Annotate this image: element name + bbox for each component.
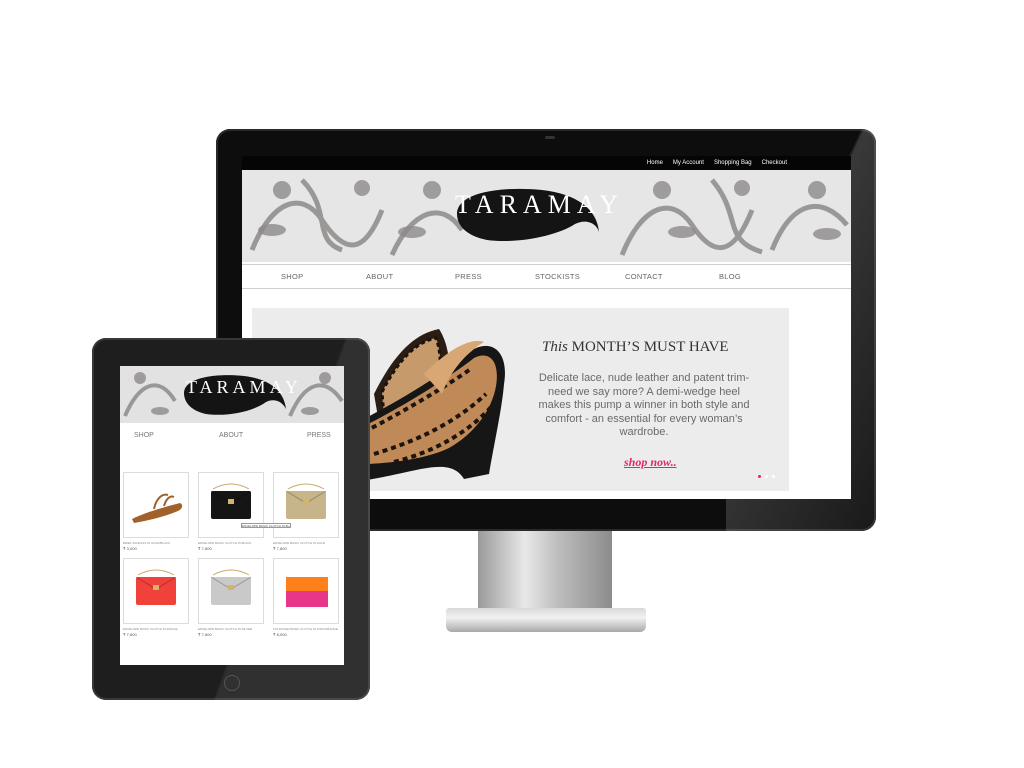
lace-wedge-pump-image [354,329,505,482]
product-name[interactable]: ENVELOPE BASIC CLUTCH IN GOLD [273,541,339,545]
device-mockup-scene: Home My Account Shopping Bag Checkout TA… [0,0,1024,768]
product-name[interactable]: BRIEL SANDALS IN GOLD/BLACK [123,541,189,545]
home-link[interactable]: Home [647,160,663,166]
checkout-link[interactable]: Checkout [762,160,787,166]
nav-shop[interactable]: SHOP [281,272,303,281]
tablet-nav-about[interactable]: ABOUT [219,432,243,439]
product-tile[interactable] [273,558,339,624]
tablet-nav-shop[interactable]: SHOP [134,432,154,439]
product-price: ₹ 8,000 [273,632,287,637]
main-navigation: SHOP ABOUT PRESS STOCKISTS CONTACT BLOG [242,264,851,289]
nav-press[interactable]: PRESS [455,272,482,281]
shop-now-link[interactable]: shop now.. [624,455,677,470]
nav-contact[interactable]: CONTACT [625,272,663,281]
hero-title-italic: This [542,339,568,355]
product-image [132,493,183,523]
tablet-header-banner: TARAMAY [120,366,344,423]
tablet-nav-press[interactable]: PRESS [307,432,331,439]
monitor-stand [478,531,612,611]
product-tooltip: ENVELOPE BASIC CLUTCH IN BLACK [241,523,291,528]
product-name[interactable]: ENVELOPE BASIC CLUTCH IN BLACK [198,541,264,545]
tablet-logo-text[interactable]: TARAMAY [186,377,302,398]
top-utility-bar: Home My Account Shopping Bag Checkout [242,156,851,170]
slide-dot-1[interactable] [758,475,761,478]
shopping-bag-link[interactable]: Shopping Bag [714,160,752,166]
product-name[interactable]: ENVELOPE BASIC CLUTCH IN SILVER [198,627,264,631]
product-tile[interactable] [273,472,339,538]
product-price: ₹ 7,800 [273,546,287,551]
product-image [286,577,328,607]
product-price: ₹ 7,800 [198,632,212,637]
my-account-link[interactable]: My Account [673,160,704,166]
product-tile[interactable] [198,472,264,538]
header-banner: TARAMAY [242,170,851,262]
product-price: ₹ 7,800 [123,632,137,637]
slider-pagination [758,475,775,478]
monitor-camera [545,136,555,139]
product-name[interactable]: FOLDOVER BASIC CLUTCH IN PINK/ORANGE [273,627,339,631]
product-name[interactable]: ENVELOPE BASIC CLUTCH IN ROUGE [123,627,189,631]
hero-description: Delicate lace, nude leather and patent t… [538,372,750,439]
product-tile[interactable] [123,472,189,538]
tablet-home-button[interactable] [224,675,240,691]
nav-blog[interactable]: BLOG [719,272,741,281]
hero-title-rest: MONTH’S MUST HAVE [567,339,729,355]
product-price: ₹ 3,000 [123,546,137,551]
product-price: ₹ 7,800 [198,546,212,551]
tablet-navigation: SHOP ABOUT PRESS [120,432,344,448]
slide-dot-2[interactable] [765,475,768,478]
product-image [210,569,252,605]
monitor-stand-base [446,608,646,632]
nav-about[interactable]: ABOUT [366,272,393,281]
hero-title: This MONTH’S MUST HAVE [542,339,729,356]
product-tile[interactable] [123,558,189,624]
nav-stockists[interactable]: STOCKISTS [535,272,580,281]
tablet-screen: TARAMAY SHOP ABOUT PRESS BRIEL SANDALS I… [120,366,344,665]
product-tile[interactable] [198,558,264,624]
logo-text[interactable]: TARAMAY [455,190,624,220]
slide-dot-3[interactable] [772,475,775,478]
product-image [135,569,177,605]
